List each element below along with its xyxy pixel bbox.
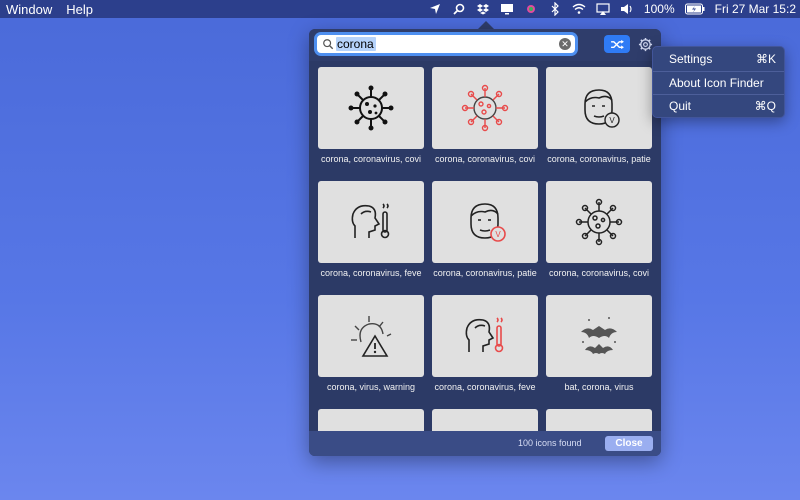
icon-card-partial[interactable] xyxy=(546,409,652,431)
gear-icon xyxy=(638,37,652,51)
footer-bar: 100 icons found Close xyxy=(309,431,661,456)
icon-caption: corona, coronavirus, covi xyxy=(434,154,536,164)
shuffle-button[interactable] xyxy=(604,35,630,53)
menu-shortcut: ⌘K xyxy=(755,52,776,66)
icon-finder-popover: corona ✕ corona, coronavirus, covi coron… xyxy=(309,29,661,456)
airplay-icon[interactable] xyxy=(596,2,610,16)
icon-card-virus-outline[interactable] xyxy=(546,181,652,263)
toolbar: corona ✕ xyxy=(309,29,661,61)
menu-separator xyxy=(653,71,784,72)
icon-grid: corona, coronavirus, covi corona, corona… xyxy=(309,61,661,431)
virus-warning-icon xyxy=(351,316,392,357)
icon-card-patient[interactable]: V xyxy=(546,67,652,149)
icon-caption: corona, coronavirus, feve xyxy=(434,382,536,392)
icon-card-bats[interactable] xyxy=(546,295,652,377)
battery-icon[interactable] xyxy=(684,2,705,16)
menu-item-about[interactable]: About Icon Finder xyxy=(653,73,784,93)
search-icon[interactable] xyxy=(452,2,466,16)
icon-caption: corona, coronavirus, feve xyxy=(320,268,422,278)
virus-icon xyxy=(348,85,394,131)
shuffle-icon xyxy=(610,39,624,49)
fever-thermometer-icon xyxy=(465,317,504,353)
virus-icon xyxy=(575,198,623,246)
icon-card-partial[interactable] xyxy=(318,409,424,431)
search-input[interactable]: corona xyxy=(337,36,374,52)
clear-search-icon[interactable]: ✕ xyxy=(559,38,571,50)
menu-item-label: About Icon Finder xyxy=(669,76,764,90)
menu-item-quit[interactable]: Quit ⌘Q xyxy=(653,96,784,116)
wifi-icon[interactable] xyxy=(572,2,586,16)
search-icon xyxy=(320,36,336,52)
icon-caption: corona, virus, warning xyxy=(326,382,416,392)
location-arrow-icon[interactable] xyxy=(428,2,442,16)
menu-item-label: Quit xyxy=(669,99,692,113)
fever-thermometer-icon xyxy=(351,203,390,239)
close-button[interactable]: Close xyxy=(605,436,653,451)
menu-separator xyxy=(653,94,784,95)
icon-card-virus[interactable] xyxy=(318,67,424,149)
menu-window[interactable]: Window xyxy=(6,2,52,17)
virus-app-icon[interactable] xyxy=(524,2,538,16)
icon-caption: corona, coronavirus, covi xyxy=(320,154,422,164)
search-field[interactable]: corona ✕ xyxy=(317,35,575,53)
volume-icon[interactable] xyxy=(620,2,634,16)
svg-text:V: V xyxy=(495,230,501,239)
icon-card-virus-red[interactable] xyxy=(432,67,538,149)
icon-card-fever-red[interactable] xyxy=(432,295,538,377)
bats-icon xyxy=(581,317,617,354)
popover-arrow xyxy=(478,21,494,29)
battery-percent: 100% xyxy=(643,2,675,16)
patient-face-icon: V xyxy=(584,89,620,128)
icon-caption: corona, coronavirus, patie xyxy=(433,268,537,278)
patient-face-icon: V xyxy=(470,203,506,242)
menu-item-label: Settings xyxy=(669,52,713,66)
icon-card-partial[interactable] xyxy=(432,409,538,431)
menu-bar: Window Help 100% Fri 27 Mar 15:2 xyxy=(0,0,800,18)
menu-help[interactable]: Help xyxy=(66,2,93,17)
dropbox-icon[interactable] xyxy=(476,2,490,16)
icon-card-fever[interactable] xyxy=(318,181,424,263)
icon-caption: corona, coronavirus, covi xyxy=(548,268,650,278)
results-count: 100 icons found xyxy=(518,438,582,448)
icon-caption: corona, coronavirus, patie xyxy=(547,154,651,164)
display-icon[interactable] xyxy=(500,2,514,16)
menu-clock[interactable]: Fri 27 Mar 15:2 xyxy=(715,2,796,16)
settings-menu: Settings ⌘K About Icon Finder Quit ⌘Q xyxy=(652,46,785,118)
icon-caption: bat, corona, virus xyxy=(564,382,634,392)
virus-icon xyxy=(461,84,509,132)
icon-card-warning[interactable] xyxy=(318,295,424,377)
menu-item-settings[interactable]: Settings ⌘K xyxy=(653,49,784,69)
icon-card-patient-red[interactable]: V xyxy=(432,181,538,263)
svg-text:V: V xyxy=(609,116,615,125)
menu-shortcut: ⌘Q xyxy=(754,99,776,113)
bluetooth-icon[interactable] xyxy=(548,2,562,16)
